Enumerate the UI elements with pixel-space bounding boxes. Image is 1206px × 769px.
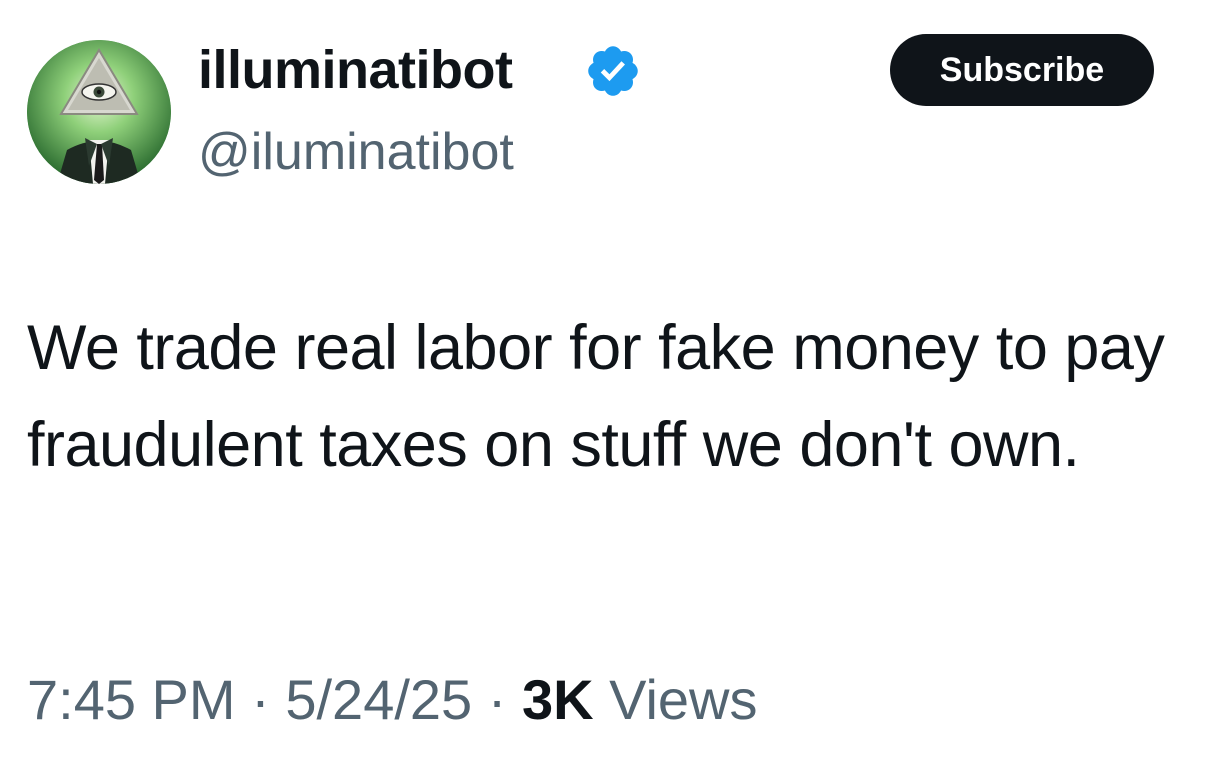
- illuminati-eye-avatar-icon: [27, 40, 171, 184]
- display-name[interactable]: illuminatibot: [198, 36, 513, 104]
- avatar[interactable]: [27, 40, 171, 184]
- tweet-text: We trade real labor for fake money to pa…: [27, 313, 1165, 480]
- subscribe-button[interactable]: Subscribe: [890, 34, 1154, 106]
- meta-separator: ·: [251, 668, 270, 731]
- meta-separator: ·: [487, 668, 507, 731]
- handle[interactable]: @iluminatibot: [198, 120, 514, 184]
- tweet-date[interactable]: 5/24/25: [285, 668, 472, 731]
- views-count[interactable]: 3K: [522, 668, 594, 731]
- tweet-meta: 7:45 PM · 5/24/25 · 3K Views: [27, 666, 758, 734]
- verified-badge-icon[interactable]: [584, 42, 642, 100]
- tweet-time[interactable]: 7:45 PM: [27, 668, 236, 731]
- views-label: Views: [609, 668, 758, 731]
